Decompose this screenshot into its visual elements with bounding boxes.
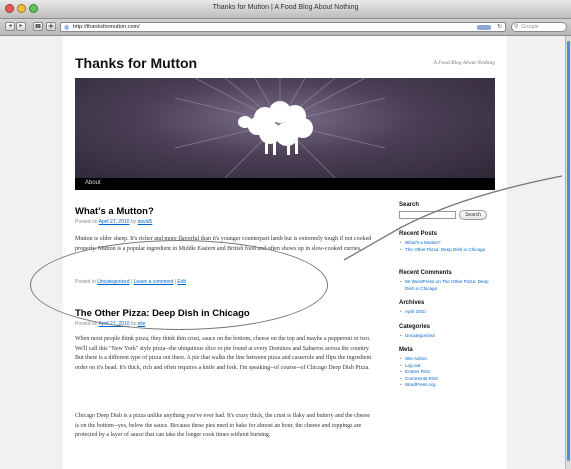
address-text: http://thanksformutton.com/	[73, 24, 140, 30]
post-meta: Posted on April 27, 2010 by david5	[75, 219, 152, 225]
callout-pointer	[343, 175, 563, 261]
blog-description: A Food Blog About Nothing	[433, 60, 495, 66]
post-title[interactable]: What's a Mutton?	[75, 206, 154, 217]
recent-comments-list: Mr WordPress on The Other Pizza: Deep Di…	[399, 279, 499, 292]
sidebar-heading: Recent Comments	[399, 270, 452, 276]
scrollbar[interactable]	[565, 36, 571, 469]
minimize-window-button[interactable]	[17, 4, 26, 13]
window-title: Thanks for Mutton | A Food Blog About No…	[212, 4, 359, 11]
reload-icon[interactable]: ↻	[497, 23, 502, 30]
title-bar: Thanks for Mutton | A Food Blog About No…	[0, 0, 571, 19]
window-controls	[5, 4, 38, 13]
meta-by: by	[130, 219, 137, 225]
forward-button[interactable]: ▸	[16, 22, 26, 31]
search-field[interactable]: ⚲ Google	[511, 22, 567, 32]
address-bar[interactable]: ◍ http://thanksformutton.com/ ↻	[60, 22, 506, 32]
list-item[interactable]: Log out	[399, 363, 499, 370]
list-item[interactable]: Site Admin	[399, 356, 499, 363]
sidebar-heading: Archives	[399, 300, 425, 306]
nav-item-about[interactable]: About	[85, 180, 101, 186]
page-viewport[interactable]: Thanks for Mutton A Food Blog About Noth…	[0, 36, 565, 469]
sidebar-heading: Meta	[399, 347, 413, 353]
rss-icon[interactable]	[477, 24, 491, 30]
list-item[interactable]: Uncategorized	[399, 333, 499, 340]
zoom-window-button[interactable]	[29, 4, 38, 13]
callout-ellipse	[30, 240, 328, 330]
list-item[interactable]: Entries RSS	[399, 369, 499, 376]
list-item[interactable]: WordPress.org	[399, 382, 499, 389]
post-date-link[interactable]: April 27, 2010	[99, 219, 130, 225]
post-author-link[interactable]: david5	[138, 219, 153, 225]
plus-icon	[48, 23, 54, 29]
list-item[interactable]: Mr WordPress on The Other Pizza: Deep Di…	[399, 279, 499, 292]
add-bookmark-button[interactable]	[46, 22, 56, 31]
search-placeholder: Google	[521, 24, 539, 30]
post-paragraph: Chicago Deep Dish is a pizza unlike anyt…	[75, 413, 371, 439]
meta-prefix: Posted on	[75, 219, 98, 225]
browser-toolbar: ◂ ▸ ◍ http://thanksformutton.com/ ↻ ⚲ Go…	[0, 19, 571, 36]
browser-window: Thanks for Mutton | A Food Blog About No…	[0, 0, 571, 469]
book-icon	[35, 24, 41, 28]
meta-list: Site Admin Log out Entries RSS Comments …	[399, 356, 499, 389]
categories-list: Uncategorized	[399, 333, 499, 340]
blog-title[interactable]: Thanks for Mutton	[75, 55, 197, 71]
post-paragraph: When most people think pizza, they think…	[75, 336, 372, 371]
list-item[interactable]: Comments RSS	[399, 376, 499, 383]
globe-icon: ◍	[64, 25, 70, 31]
list-item[interactable]: April 2010	[399, 309, 499, 316]
bookmark-button[interactable]	[33, 22, 43, 31]
close-window-button[interactable]	[5, 4, 14, 13]
archives-list: April 2010	[399, 309, 499, 316]
search-icon: ⚲	[514, 24, 519, 30]
sidebar-heading: Categories	[399, 324, 431, 330]
scrollbar-thumb[interactable]	[567, 41, 570, 461]
back-button[interactable]: ◂	[5, 22, 15, 31]
